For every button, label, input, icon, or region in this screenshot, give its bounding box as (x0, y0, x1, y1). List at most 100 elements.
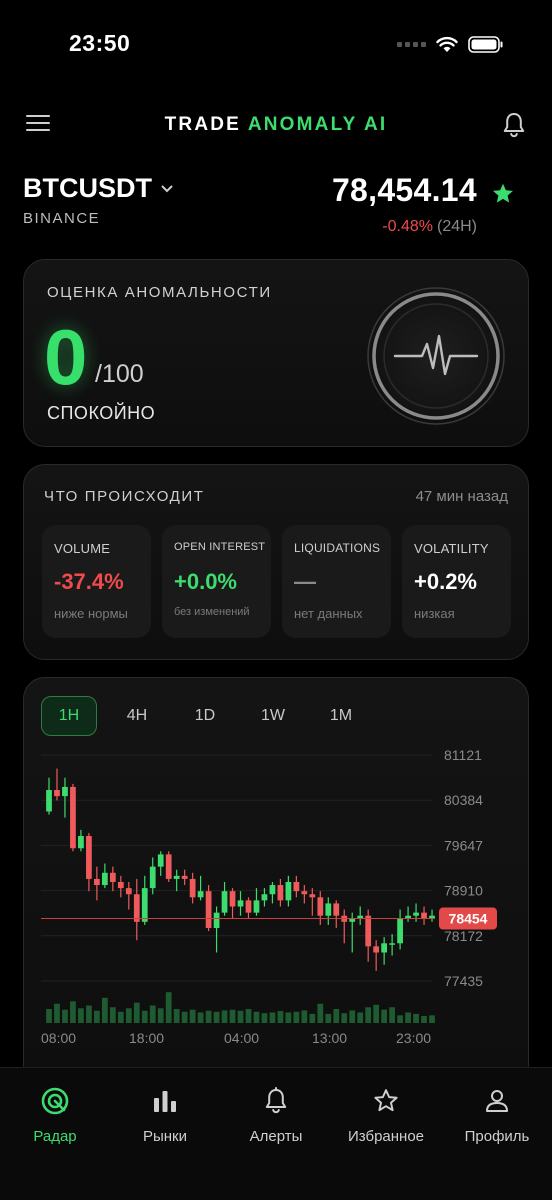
volume-bar (429, 1015, 435, 1023)
volume-bar (349, 1010, 356, 1023)
volume-bar (133, 1002, 140, 1023)
candle-body (269, 885, 276, 895)
candle-body (365, 915, 372, 947)
metric-sub: нет данных (294, 606, 363, 621)
anomaly-score-card[interactable]: ОЦЕНКА АНОМАЛЬНОСТИ 0 /100 СПОКОЙНО (23, 259, 529, 447)
volume-bar (277, 1011, 284, 1023)
candle-body (333, 903, 340, 916)
metric-label: LIQUIDATIONS (294, 541, 381, 555)
volume-bar (149, 1005, 156, 1023)
candle-body (205, 891, 212, 928)
metric-label: VOLATILITY (414, 541, 489, 556)
volume-bar (309, 1013, 316, 1023)
candle-body (229, 891, 236, 907)
candle-body (157, 854, 164, 867)
metric-value: +0.2% (414, 569, 477, 594)
metric-label: OPEN INTEREST (174, 541, 266, 553)
volume-bar (269, 1012, 276, 1023)
volume-bar (213, 1011, 220, 1023)
volume-bar (78, 1008, 84, 1023)
favorite-star-icon[interactable] (491, 182, 515, 206)
metric-sub: без изменений (174, 606, 250, 618)
candle-body (317, 897, 324, 916)
volume-bar (293, 1011, 300, 1023)
current-price-label: 78454 (449, 911, 488, 927)
score-title: ОЦЕНКА АНОМАЛЬНОСТИ (47, 284, 272, 301)
metric-open-interest[interactable]: OPEN INTEREST +0.0% без изменений (162, 525, 271, 638)
score-status: СПОКОЙНО (47, 403, 156, 423)
volume-bar (181, 1011, 188, 1023)
user-icon (486, 1090, 508, 1112)
pulse-gauge-icon (367, 287, 505, 425)
x-tick-label: 18:00 (129, 1030, 164, 1046)
y-tick-label: 77435 (444, 973, 483, 989)
y-tick-label: 80384 (444, 792, 483, 808)
tab-alerts[interactable]: Алерты (221, 1086, 331, 1145)
wifi-icon (436, 36, 458, 52)
volume-bar (189, 1009, 196, 1023)
metrics-row: VOLUME -37.4% ниже нормы OPEN INTEREST +… (42, 525, 511, 638)
volume-bar (373, 1004, 380, 1023)
volume-bar (62, 1009, 68, 1023)
happening-title: ЧТО ПРОИСХОДИТ (44, 488, 205, 505)
price-change-period: (24H) (436, 218, 477, 235)
bell-icon (265, 1087, 287, 1114)
tab-label: Избранное (347, 1128, 425, 1145)
candle-body (46, 790, 52, 812)
timeframe-1w[interactable]: 1W (245, 696, 301, 736)
timeframe-1m[interactable]: 1M (313, 696, 369, 736)
candle-body (141, 888, 148, 922)
tab-label: Радар (33, 1128, 77, 1145)
tab-favorites[interactable]: Избранное (331, 1086, 441, 1145)
app-title-part1: TRADE (164, 114, 248, 135)
volume-bar (221, 1010, 228, 1023)
volume-bar (141, 1010, 148, 1023)
volume-bar (245, 1009, 252, 1023)
symbol-name: BTCUSDT (23, 173, 152, 203)
volume-bar (405, 1012, 411, 1023)
candle-body (149, 866, 156, 889)
volume-bar (46, 1009, 52, 1023)
y-tick-label: 81121 (444, 747, 482, 763)
app-title: TRADE ANOMALY AI (0, 114, 552, 136)
app-header: TRADE ANOMALY AI (0, 100, 552, 150)
candle-body (237, 900, 244, 907)
whats-happening-card: ЧТО ПРОИСХОДИТ 47 мин назад VOLUME -37.4… (23, 464, 529, 660)
timeframe-4h[interactable]: 4H (109, 696, 165, 736)
volume-bar (341, 1013, 348, 1023)
chevron-down-icon (161, 184, 173, 192)
candle-body (133, 894, 140, 922)
battery-icon (468, 36, 503, 53)
candle-body (421, 912, 427, 919)
tab-radar[interactable]: Радар (0, 1086, 110, 1145)
metric-volatility[interactable]: VOLATILITY +0.2% низкая (402, 525, 511, 638)
candle-body (70, 786, 76, 849)
volume-bar (109, 1007, 116, 1023)
candle-body (389, 943, 395, 945)
candle-body (109, 872, 116, 882)
volume-bar (197, 1012, 204, 1023)
volume-bar (381, 1009, 388, 1023)
candle-body (173, 875, 180, 879)
radar-icon (41, 1087, 69, 1115)
bar-chart-icon (154, 1091, 176, 1112)
candle-body (325, 903, 332, 916)
metric-liquidations[interactable]: LIQUIDATIONS — нет данных (282, 525, 391, 638)
timeframe-1d[interactable]: 1D (177, 696, 233, 736)
candle-body (62, 786, 68, 797)
candle-body (78, 835, 84, 849)
volume-bar (117, 1011, 124, 1023)
volume-bar (413, 1013, 419, 1023)
metric-volume[interactable]: VOLUME -37.4% ниже нормы (42, 525, 151, 638)
tab-profile[interactable]: Профиль (442, 1086, 552, 1145)
tab-markets[interactable]: Рынки (110, 1086, 220, 1145)
candlestick-chart[interactable]: 81121 80384 79647 78910 78172 77435 78454 08:00… (24, 738, 529, 1097)
candle-body (301, 891, 308, 895)
symbol-selector[interactable]: BTCUSDT (23, 173, 174, 204)
x-tick-label: 13:00 (312, 1030, 347, 1046)
notifications-bell-icon[interactable] (502, 112, 526, 138)
candle-body (245, 900, 252, 913)
star-icon (374, 1089, 398, 1112)
candle-body (213, 912, 220, 928)
timeframe-1h[interactable]: 1H (41, 696, 97, 736)
